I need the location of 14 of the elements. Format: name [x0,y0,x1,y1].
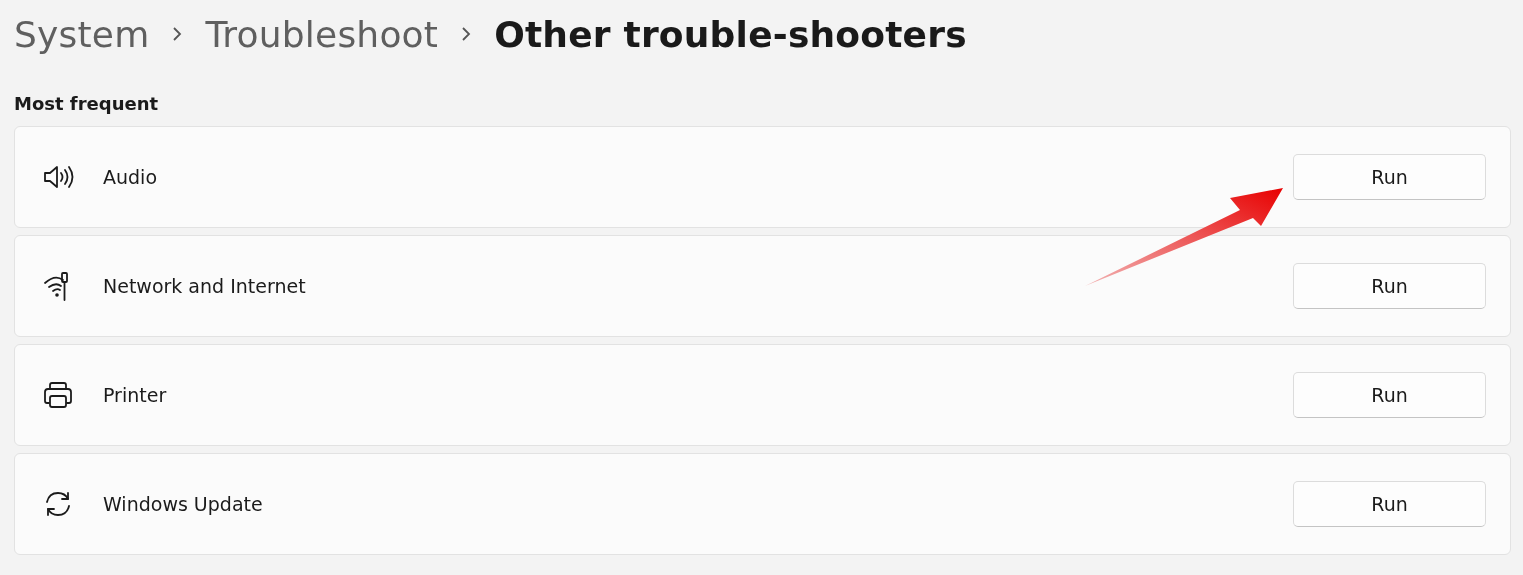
run-button[interactable]: Run [1293,263,1486,309]
run-button[interactable]: Run [1293,372,1486,418]
breadcrumb-item[interactable]: Other trouble-shooters [494,13,967,55]
run-button[interactable]: Run [1293,154,1486,200]
breadcrumb-item[interactable]: System [14,13,150,55]
troubleshooter-label: Printer [103,384,168,406]
troubleshooter-label: Network and Internet [103,275,307,297]
breadcrumb-item[interactable]: Troubleshoot [205,13,439,55]
troubleshooter-label: Audio [103,166,158,188]
chevron-icon [460,25,473,43]
troubleshooter-label: Windows Update [103,493,264,515]
run-button[interactable]: Run [1293,481,1486,527]
section-title: Most frequent [14,93,160,114]
chevron-icon [171,25,184,43]
